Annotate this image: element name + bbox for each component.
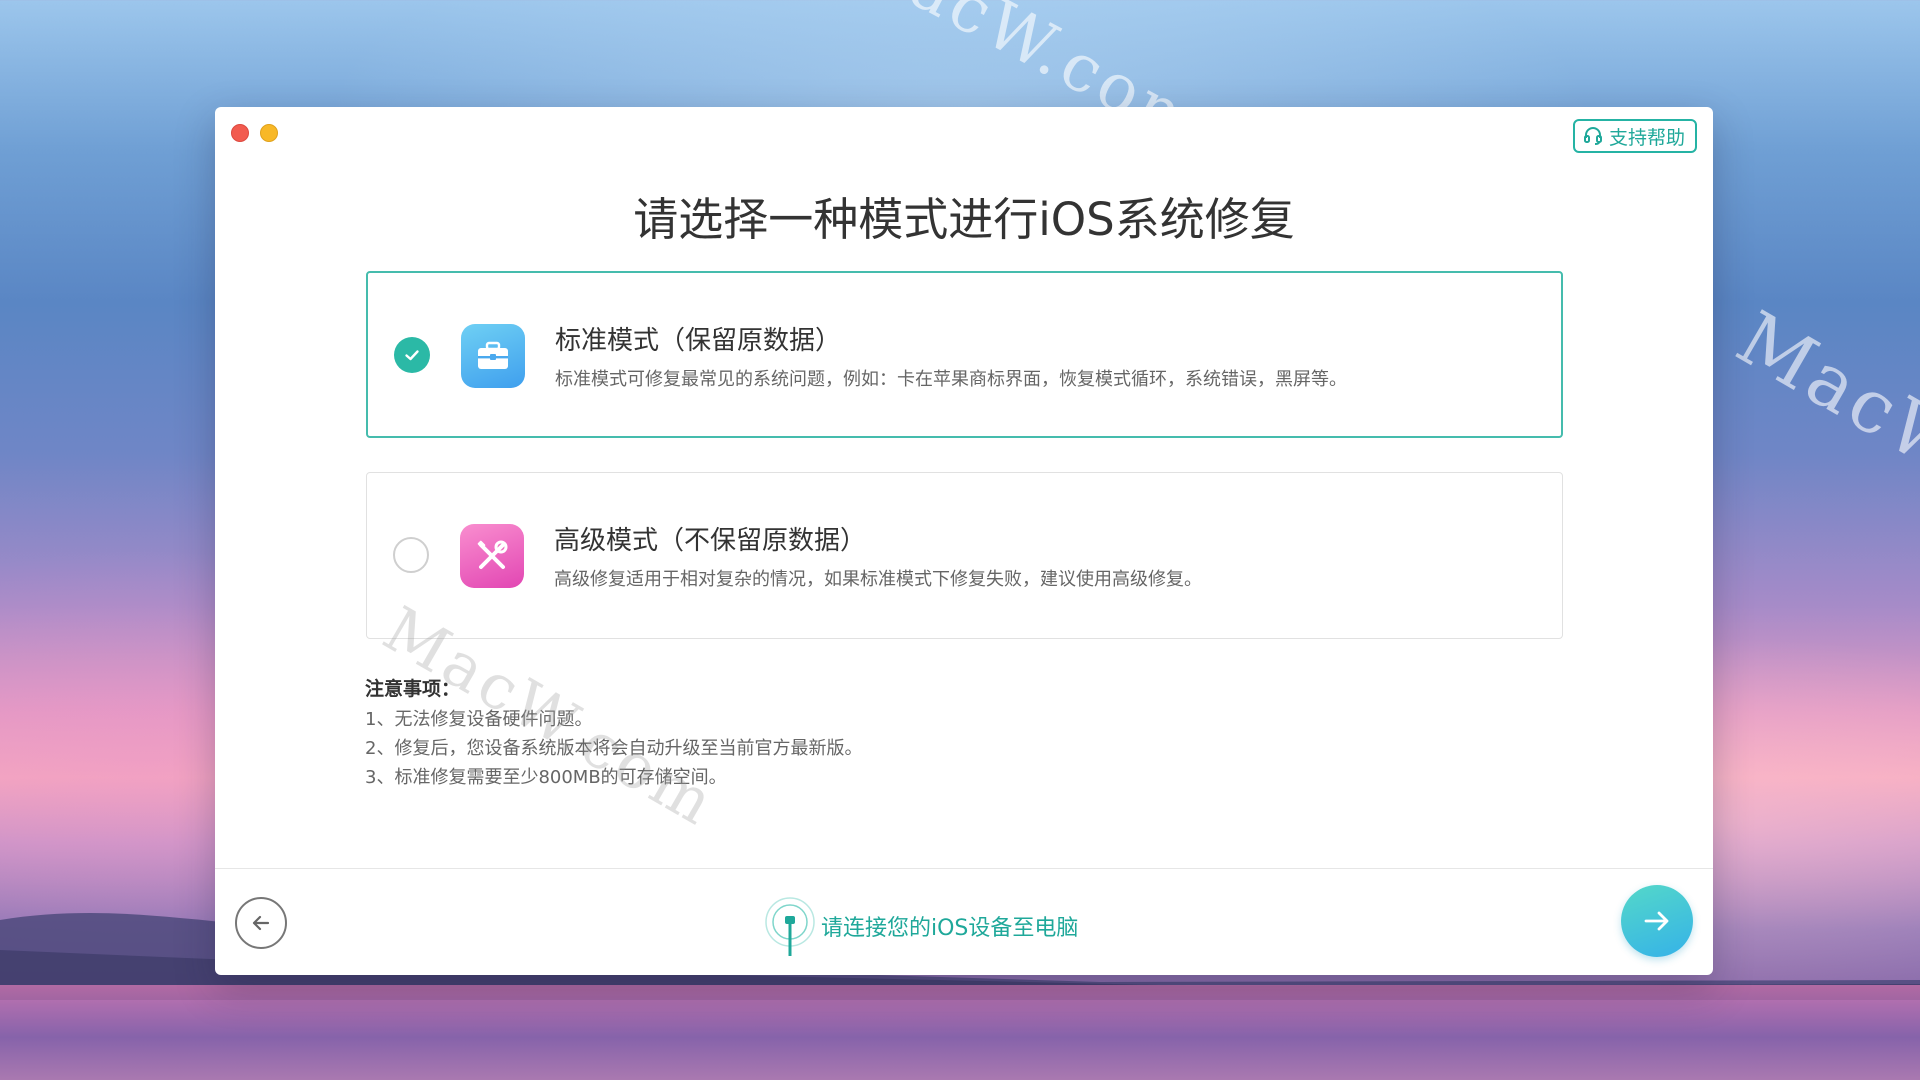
sea	[0, 985, 1920, 1080]
radio-standard-checked[interactable]	[394, 337, 430, 373]
mode-card-standard[interactable]: 标准模式（保留原数据） 标准模式可修复最常见的系统问题，例如：卡在苹果商标界面，…	[366, 271, 1563, 438]
connect-status: 请连接您的iOS设备至电脑	[763, 895, 1078, 957]
notes-item: 3、标准修复需要至少800MB的可存储空间。	[365, 767, 727, 788]
next-button[interactable]	[1621, 885, 1693, 957]
support-help-button[interactable]: 支持帮助	[1572, 119, 1697, 153]
radio-advanced-unchecked[interactable]	[393, 537, 429, 573]
app-window: 支持帮助 请选择一种模式进行iOS系统修复 标准模式（保留原数据） 标准模式可修…	[215, 107, 1713, 975]
notes-title: 注意事项：	[365, 678, 461, 700]
mode-title-standard: 标准模式（保留原数据）	[555, 326, 842, 356]
mode-desc-advanced: 高级修复适用于相对复杂的情况，如果标准模式下修复失败，建议使用高级修复。	[554, 569, 1202, 590]
page-title: 请选择一种模式进行iOS系统修复	[633, 193, 1295, 246]
support-help-label: 支持帮助	[1608, 126, 1685, 149]
connect-status-text: 请连接您的iOS设备至电脑	[821, 916, 1079, 941]
notes-item: 1、无法修复设备硬件问题。	[365, 709, 593, 730]
notes-item: 2、修复后，您设备系统版本将会自动升级至当前官方最新版。	[365, 738, 863, 759]
tools-icon	[460, 524, 524, 588]
mode-title-advanced: 高级模式（不保留原数据）	[554, 526, 867, 556]
watermark-right: MacW.co	[1722, 295, 1920, 551]
headset-icon	[1583, 127, 1602, 145]
briefcase-icon	[461, 324, 525, 388]
footer-bar: 请连接您的iOS设备至电脑	[215, 868, 1713, 975]
usb-cable-icon	[765, 897, 815, 956]
window-minimize-button[interactable]	[260, 124, 278, 142]
mode-desc-standard: 标准模式可修复最常见的系统问题，例如：卡在苹果商标界面，恢复模式循环，系统错误，…	[555, 369, 1347, 390]
mode-card-advanced[interactable]: 高级模式（不保留原数据） 高级修复适用于相对复杂的情况，如果标准模式下修复失败，…	[366, 472, 1563, 639]
notes-section: 注意事项： 1、无法修复设备硬件问题。 2、修复后，您设备系统版本将会自动升级至…	[365, 674, 862, 792]
arrow-right-icon	[1644, 911, 1669, 931]
window-close-button[interactable]	[231, 124, 249, 142]
arrow-left-icon	[252, 915, 270, 931]
check-icon	[405, 350, 419, 361]
back-button[interactable]	[235, 897, 287, 949]
